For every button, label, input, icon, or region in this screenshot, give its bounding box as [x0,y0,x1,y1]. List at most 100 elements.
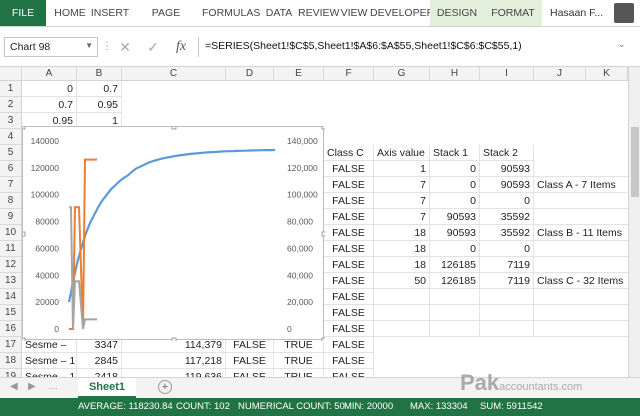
row-header-17[interactable]: 17 [0,337,22,353]
table-cell[interactable]: Sesme – 1 [22,353,77,369]
table-cell[interactable]: 18 [374,225,430,241]
cell[interactable]: 0.95 [77,97,122,113]
table-cell[interactable]: 119,636 [122,369,226,377]
column-header-f[interactable]: F [324,67,374,81]
cell[interactable]: 0.7 [22,97,77,113]
table-cell[interactable]: FALSE [324,289,374,305]
table-cell[interactable]: FALSE [324,225,374,241]
table-cell[interactable] [430,321,480,337]
expand-formula-icon[interactable]: ⌄ [618,39,626,50]
table-cell[interactable] [374,289,430,305]
row-header-11[interactable]: 11 [0,241,22,257]
table-cell[interactable]: 0 [480,193,534,209]
table-cell[interactable]: 0 [430,177,480,193]
table-cell[interactable]: 90593 [480,161,534,177]
row-header-10[interactable]: 10 [0,225,22,241]
table-cell[interactable] [480,289,534,305]
table-cell[interactable]: 1 [374,161,430,177]
table-cell[interactable]: Class A - 7 Items [534,177,628,193]
next-sheet-icon[interactable]: ▶ [28,381,36,392]
tab-design[interactable]: DESIGN [432,0,482,26]
column-header-d[interactable]: D [226,67,274,81]
row-header-12[interactable]: 12 [0,257,22,273]
table-cell[interactable]: 126185 [430,257,480,273]
table-cell[interactable]: FALSE [324,337,374,353]
table-cell[interactable] [374,305,430,321]
table-cell[interactable] [534,321,628,337]
sheet-tab-sheet1[interactable]: Sheet1 [78,378,136,398]
tab-page-layout[interactable]: PAGE LAYOUT [132,0,200,45]
column-header-h[interactable]: H [430,67,480,81]
add-sheet-icon[interactable]: + [158,380,172,394]
table-cell[interactable] [534,209,628,225]
table-cell[interactable]: 90593 [430,209,480,225]
table-cell[interactable] [534,161,628,177]
table-cell[interactable]: FALSE [324,257,374,273]
table-cell[interactable] [534,241,628,257]
table-cell[interactable]: 7119 [480,257,534,273]
table-cell[interactable] [430,305,480,321]
table-cell[interactable]: Class B - 11 Items [534,225,628,241]
row-header-14[interactable]: 14 [0,289,22,305]
table-cell[interactable]: 7 [374,209,430,225]
column-header-i[interactable]: I [480,67,534,81]
column-header-e[interactable]: E [274,67,324,81]
column-header-a[interactable]: A [22,67,77,81]
table-cell[interactable]: 90593 [430,225,480,241]
name-box[interactable]: Chart 98 ▼ [4,37,98,57]
row-header-7[interactable]: 7 [0,177,22,193]
table-cell[interactable]: FALSE [324,321,374,337]
row-header-9[interactable]: 9 [0,209,22,225]
table-cell[interactable]: Sesme – 1 [22,369,77,377]
table-cell[interactable]: 18 [374,241,430,257]
tab-developer[interactable]: DEVELOPER [370,0,434,26]
table-cell[interactable]: 0 [480,241,534,257]
row-header-4[interactable]: 4 [0,129,22,145]
column-header-k[interactable]: K [586,67,628,81]
tab-format[interactable]: FORMAT [488,0,538,26]
scrollbar-thumb[interactable] [631,127,639,197]
table-cell[interactable]: FALSE [324,161,374,177]
row-header-6[interactable]: 6 [0,161,22,177]
table-cell[interactable]: FALSE [324,305,374,321]
table-cell[interactable] [430,289,480,305]
table-cell[interactable]: 0 [430,193,480,209]
cell[interactable]: 0.7 [77,81,122,97]
row-header-13[interactable]: 13 [0,273,22,289]
insert-function-icon[interactable]: fx [170,37,192,57]
column-header-g[interactable]: G [374,67,430,81]
chart-canvas[interactable]: 0 20000 40000 60000 80000 100000 120000 140000 0… [20,124,327,343]
table-header[interactable]: Axis value [374,145,430,161]
table-header[interactable]: Stack 1 [430,145,480,161]
formula-input[interactable]: =SERIES(Sheet1!$C$5,Sheet1!$A$6:$A$55,Sh… [198,37,614,57]
table-cell[interactable]: FALSE [324,273,374,289]
table-cell[interactable]: 35592 [480,209,534,225]
tab-insert[interactable]: INSERT [90,0,130,26]
table-cell[interactable] [480,321,534,337]
tab-view[interactable]: VIEW [340,0,368,26]
chart[interactable]: 0 20000 40000 60000 80000 100000 120000 140000 0… [20,124,327,343]
table-cell[interactable]: 2845 [77,353,122,369]
prev-sheet-icon[interactable]: ◀ [10,381,18,392]
cell[interactable]: 0 [22,81,77,97]
row-header-8[interactable]: 8 [0,193,22,209]
table-header[interactable]: Stack 2 [480,145,534,161]
row-header-5[interactable]: 5 [0,145,22,161]
tab-file[interactable]: FILE [0,0,46,26]
table-cell[interactable]: TRUE [274,353,324,369]
table-cell[interactable]: FALSE [324,193,374,209]
row-header-15[interactable]: 15 [0,305,22,321]
table-cell[interactable]: FALSE [324,209,374,225]
table-cell[interactable] [374,321,430,337]
table-cell[interactable] [534,305,628,321]
row-header-2[interactable]: 2 [0,97,22,113]
tab-formulas[interactable]: FORMULAS [202,0,260,26]
table-cell[interactable]: TRUE [274,369,324,377]
cancel-icon[interactable]: ✕ [114,37,136,57]
table-cell[interactable] [480,305,534,321]
table-cell[interactable]: 18 [374,257,430,273]
enter-icon[interactable]: ✓ [142,37,164,57]
table-cell[interactable]: 90593 [480,177,534,193]
tab-home[interactable]: HOME [50,0,90,26]
tab-review[interactable]: REVIEW [298,0,339,26]
